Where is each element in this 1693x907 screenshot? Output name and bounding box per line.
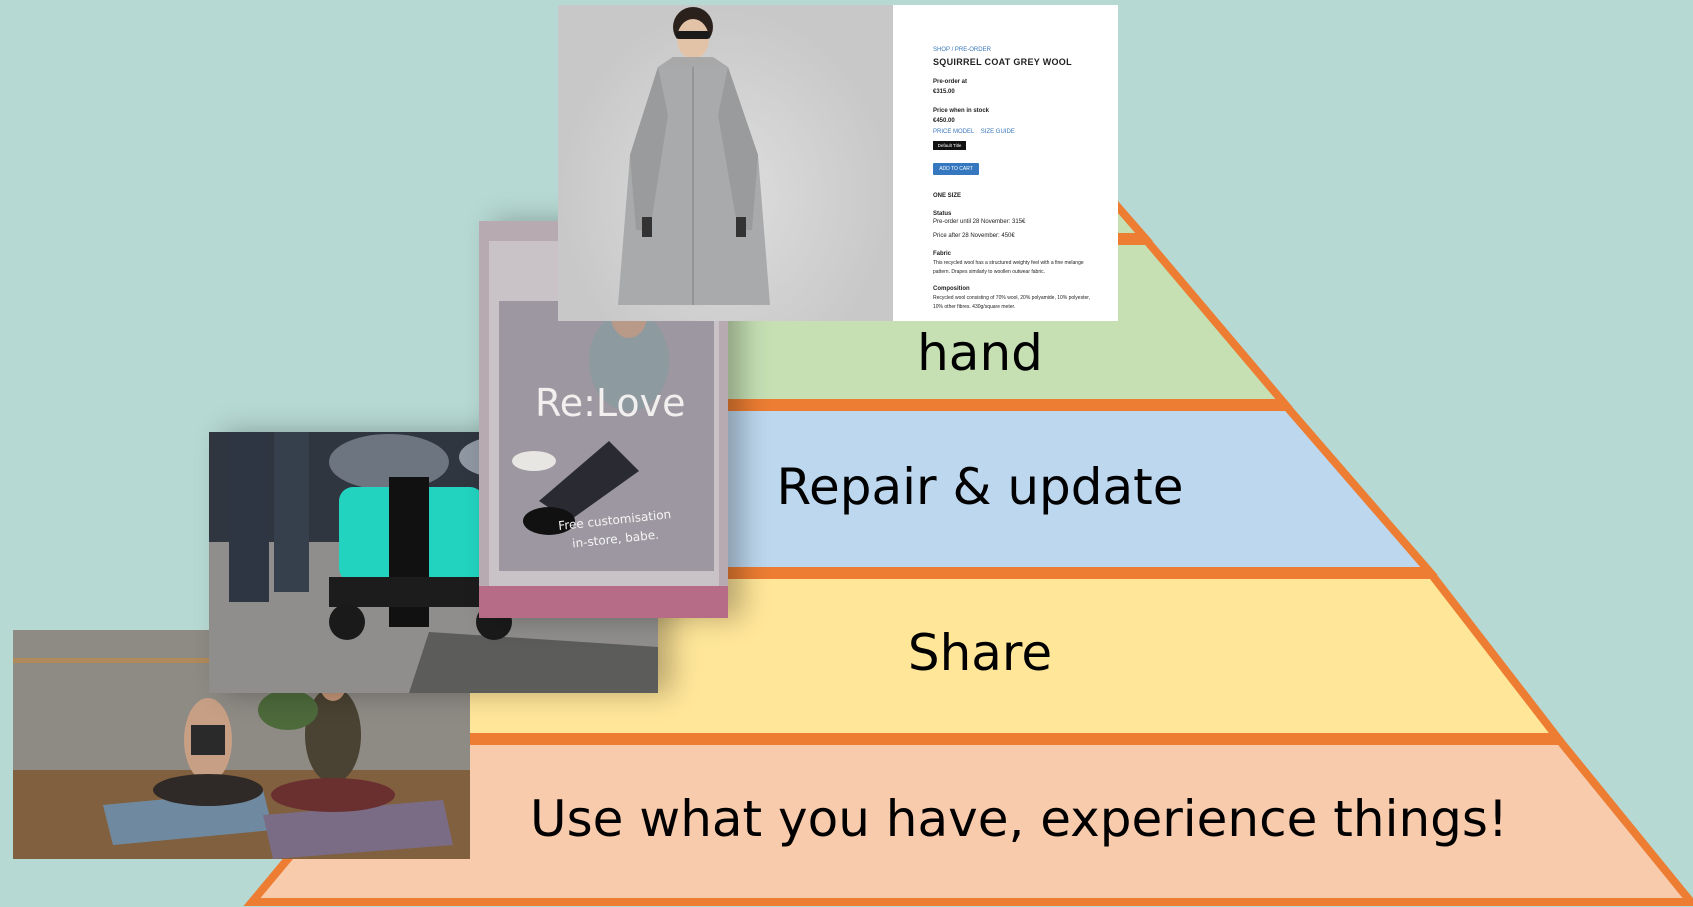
relove-headline: Re:Love: [535, 381, 686, 425]
composition-line-1: Recycled wool consisting of 70% wool, 20…: [933, 295, 1091, 301]
label-share: Share: [907, 624, 1053, 682]
preorder-price: €315.00: [933, 89, 955, 95]
fabric-label: Fabric: [933, 251, 952, 257]
composition-label: Composition: [933, 286, 970, 292]
label-hand: hand: [917, 324, 1043, 382]
fabric-line-1: This recycled wool has a structured weig…: [933, 260, 1084, 266]
label-use-what-you-have: Use what you have, experience things!: [530, 790, 1508, 848]
default-title-option[interactable]: Default Title: [933, 141, 966, 150]
status-line-2: Price after 28 November: 450€: [933, 233, 1015, 239]
label-repair-update: Repair & update: [776, 458, 1184, 516]
status-label: Status: [933, 211, 952, 217]
composition-line-2: 10% other fibres. 430g/square meter.: [933, 304, 1016, 310]
coat-product-details: SHOP / PRE-ORDER SQUIRREL COAT GREY WOOL…: [893, 5, 1118, 321]
preorder-label: Pre-order at: [933, 79, 968, 85]
instock-label: Price when in stock: [933, 108, 990, 114]
instock-price: €450.00: [933, 118, 955, 124]
coat-model-art: [618, 7, 770, 305]
coat-model-image: [558, 5, 893, 321]
coat-product-title: SQUIRREL COAT GREY WOOL: [933, 57, 1072, 67]
add-to-cart-button[interactable]: ADD TO CART: [933, 163, 979, 175]
fabric-line-2: pattern. Drapes similarly to woollen out…: [933, 269, 1045, 275]
coat-product-screenshot: SHOP / PRE-ORDER SQUIRREL COAT GREY WOOL…: [558, 5, 1118, 321]
status-line-1: Pre-order until 28 November: 315€: [933, 219, 1026, 225]
price-model-size-guide-links[interactable]: PRICE MODEL SIZE GUIDE: [933, 129, 1015, 135]
size-label: ONE SIZE: [933, 193, 962, 199]
coat-breadcrumb[interactable]: SHOP / PRE-ORDER: [933, 47, 991, 53]
